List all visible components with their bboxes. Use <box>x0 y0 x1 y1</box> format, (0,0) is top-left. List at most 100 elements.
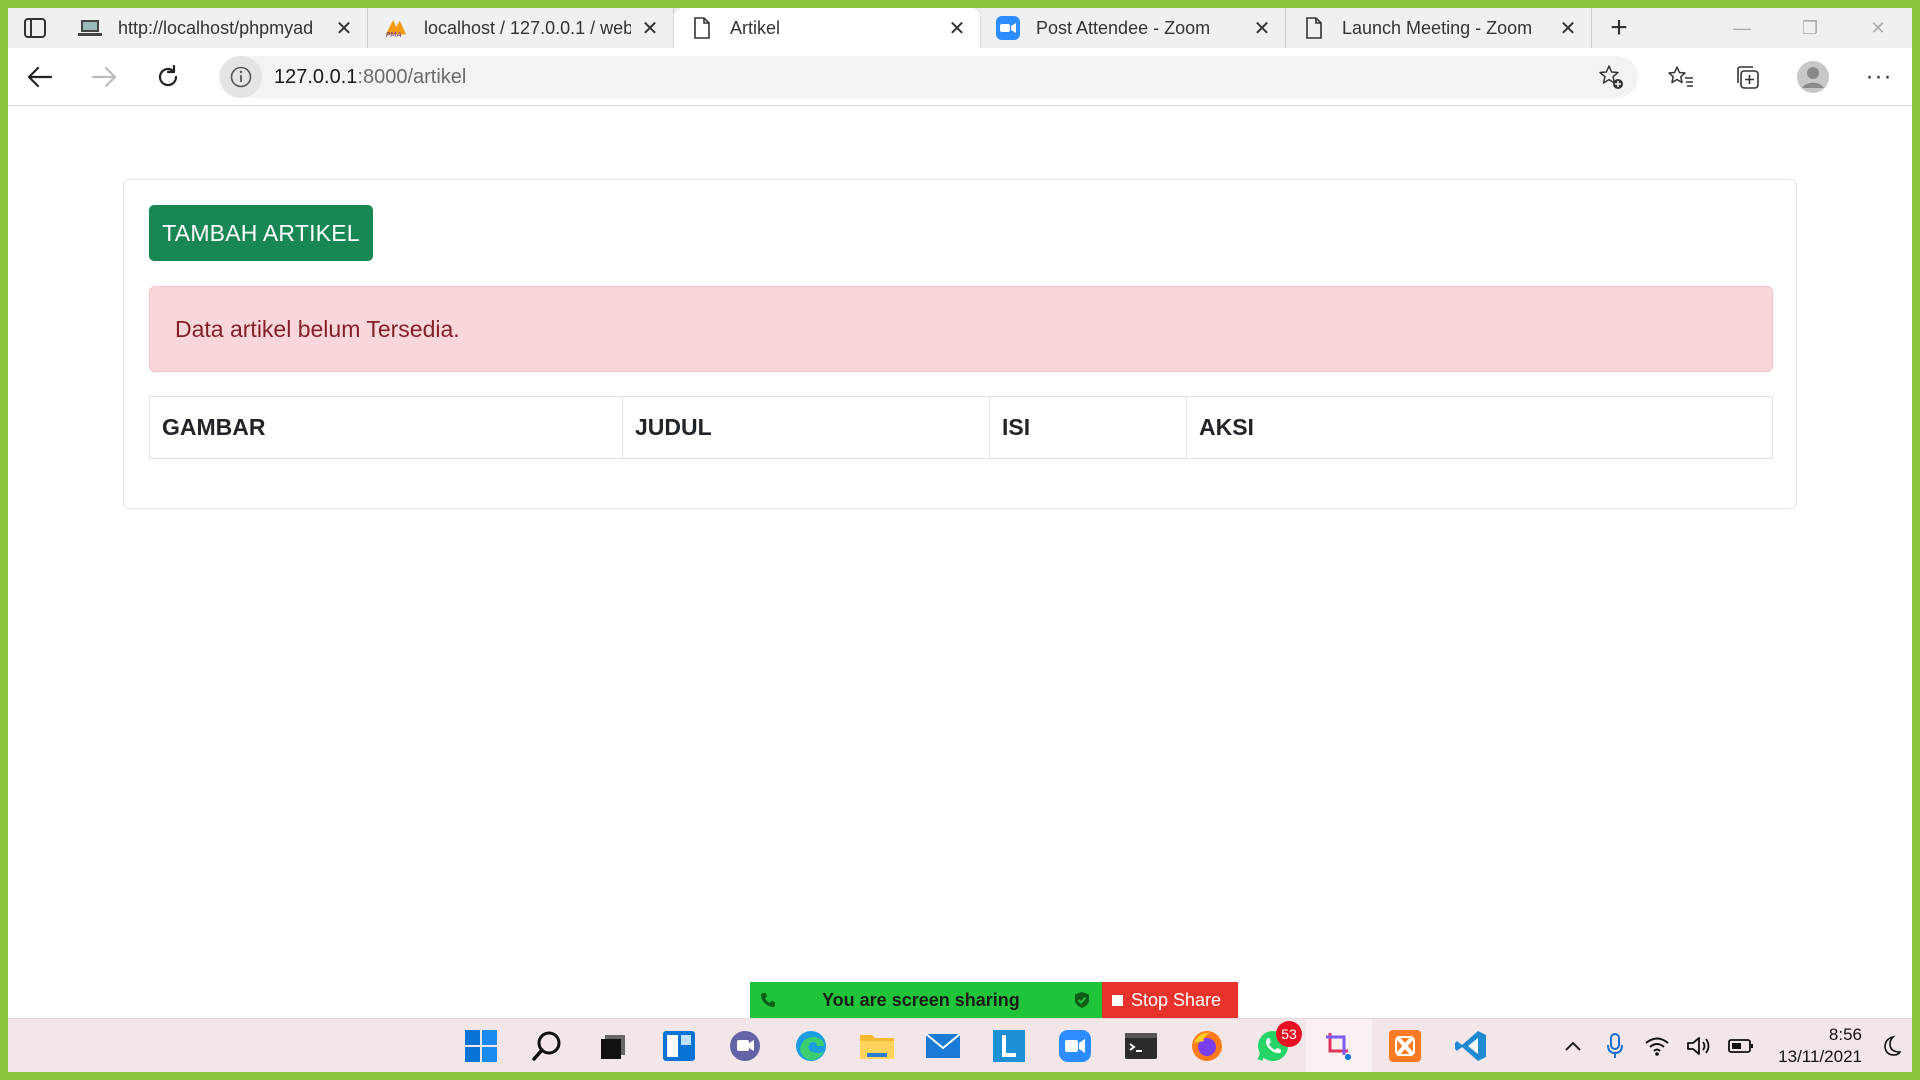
task-view-button[interactable] <box>580 1019 646 1072</box>
wifi-button[interactable] <box>1636 1019 1678 1072</box>
stop-share-label: Stop Share <box>1131 989 1222 1010</box>
tab-actions-button[interactable] <box>8 8 62 48</box>
minimize-button[interactable]: — <box>1708 8 1776 48</box>
tab-title: http://localhost/phpmyad <box>118 17 314 38</box>
add-article-button[interactable]: TAMBAH ARTIKEL <box>149 205 373 261</box>
reload-button[interactable] <box>136 48 200 106</box>
phone-icon <box>761 993 775 1007</box>
forward-button[interactable] <box>72 48 136 106</box>
close-window-button[interactable]: ✕ <box>1844 8 1912 48</box>
tab-title: Launch Meeting - Zoom <box>1342 17 1533 38</box>
column-header-isi: ISI <box>989 396 1187 459</box>
windows-icon <box>465 1030 497 1062</box>
teams-chat-button[interactable] <box>712 1019 778 1072</box>
alert-text: Data artikel belum Tersedia. <box>175 315 460 342</box>
svg-text:PMA: PMA <box>386 30 402 39</box>
arrow-right-icon <box>91 66 117 87</box>
close-icon[interactable]: ✕ <box>1251 17 1273 40</box>
tab-phpmyadmin-url[interactable]: http://localhost/phpmyad ✕ <box>62 8 368 48</box>
search-button[interactable] <box>514 1019 580 1072</box>
tab-post-attendee-zoom[interactable]: Post Attendee - Zoom ✕ <box>980 8 1286 48</box>
stop-icon <box>1112 994 1123 1006</box>
l-app-icon <box>993 1030 1025 1062</box>
close-icon[interactable]: ✕ <box>1557 17 1579 40</box>
xampp-button[interactable] <box>1372 1019 1438 1072</box>
navigation-bar: 127.0.0.1:8000/artikel ··· <box>8 48 1912 106</box>
task-view-icon <box>601 1035 625 1059</box>
file-explorer-button[interactable] <box>844 1019 910 1072</box>
firefox-icon <box>1192 1031 1222 1061</box>
tab-launch-meeting-zoom[interactable]: Launch Meeting - Zoom ✕ <box>1286 8 1592 48</box>
mail-button[interactable] <box>910 1019 976 1072</box>
folder-icon <box>860 1035 894 1059</box>
settings-menu-button[interactable]: ··· <box>1846 48 1912 106</box>
chat-icon <box>730 1031 760 1061</box>
widgets-icon <box>663 1031 695 1061</box>
restore-button[interactable]: ❐ <box>1776 8 1844 48</box>
favorites-button[interactable] <box>1648 48 1714 106</box>
share-status-text: You are screen sharing <box>822 989 1020 1010</box>
shield-check-icon <box>1075 992 1089 1008</box>
terminal-icon <box>1125 1033 1157 1059</box>
notifications-button[interactable] <box>1870 1019 1912 1072</box>
collections-button[interactable] <box>1714 48 1780 106</box>
tab-strip: http://localhost/phpmyad ✕ PMA localhost… <box>8 8 1912 48</box>
url-host: 127.0.0.1 <box>274 65 358 88</box>
vscode-button[interactable] <box>1438 1019 1504 1072</box>
taskbar: 53 8:56 13/11/2021 <box>8 1018 1912 1072</box>
stop-share-button[interactable]: Stop Share <box>1102 982 1238 1018</box>
terminal-button[interactable] <box>1108 1019 1174 1072</box>
arrow-left-icon <box>27 66 53 87</box>
launcher-l-button[interactable] <box>976 1019 1042 1072</box>
start-button[interactable] <box>448 1019 514 1072</box>
moon-icon <box>1884 1035 1901 1056</box>
volume-icon <box>1687 1037 1710 1055</box>
profile-button[interactable] <box>1780 48 1846 106</box>
more-icon: ··· <box>1865 63 1893 90</box>
volume-button[interactable] <box>1678 1019 1720 1072</box>
search-icon <box>532 1031 561 1061</box>
screen-share-status[interactable]: You are screen sharing <box>750 982 1102 1018</box>
microphone-button[interactable] <box>1594 1019 1636 1072</box>
snipping-tool-button[interactable] <box>1306 1019 1372 1072</box>
clock-time: 8:56 <box>1828 1025 1862 1044</box>
tab-title: localhost / 127.0.0.1 / web <box>424 17 631 38</box>
column-header-aksi: AKSI <box>1186 396 1773 459</box>
tab-phpmyadmin[interactable]: PMA localhost / 127.0.0.1 / web ✕ <box>368 8 674 48</box>
document-icon <box>1302 16 1326 40</box>
zoom-app-button[interactable] <box>1042 1019 1108 1072</box>
column-header-gambar: GAMBAR <box>149 396 623 459</box>
add-favorite-icon[interactable] <box>1598 64 1624 90</box>
collections-icon <box>1737 66 1759 89</box>
address-bar[interactable]: 127.0.0.1:8000/artikel <box>218 56 1638 98</box>
edge-browser-button[interactable] <box>778 1019 844 1072</box>
reload-icon <box>158 64 178 86</box>
tab-actions-icon <box>24 18 46 38</box>
edge-icon <box>796 1031 826 1061</box>
tab-artikel[interactable]: Artikel ✕ <box>674 8 980 48</box>
zoom-icon <box>996 16 1020 40</box>
show-hidden-icons-button[interactable] <box>1552 1019 1594 1072</box>
tab-title: Post Attendee - Zoom <box>1036 17 1211 38</box>
avatar <box>1797 61 1829 93</box>
article-table: GAMBAR JUDUL ISI AKSI <box>149 396 1773 459</box>
chevron-up-icon <box>1565 1041 1581 1051</box>
microphone-icon <box>1607 1033 1623 1058</box>
whatsapp-button[interactable]: 53 <box>1240 1019 1306 1072</box>
battery-icon <box>1728 1039 1753 1053</box>
close-icon[interactable]: ✕ <box>639 17 661 40</box>
xampp-icon <box>1389 1030 1421 1062</box>
window-controls: — ❐ ✕ <box>1708 8 1912 48</box>
table-header-row: GAMBAR JUDUL ISI AKSI <box>149 396 1773 459</box>
screen-share-bar: You are screen sharing Stop Share <box>750 982 1238 1018</box>
clock[interactable]: 8:56 13/11/2021 <box>1762 1024 1862 1068</box>
firefox-button[interactable] <box>1174 1019 1240 1072</box>
new-tab-button[interactable]: + <box>1592 8 1646 48</box>
battery-button[interactable] <box>1720 1019 1762 1072</box>
close-icon[interactable]: ✕ <box>946 17 968 40</box>
site-info-icon[interactable] <box>220 56 262 98</box>
browser-toolbar: ··· <box>1648 48 1912 106</box>
close-icon[interactable]: ✕ <box>333 17 355 40</box>
back-button[interactable] <box>8 48 72 106</box>
widgets-button[interactable] <box>646 1019 712 1072</box>
